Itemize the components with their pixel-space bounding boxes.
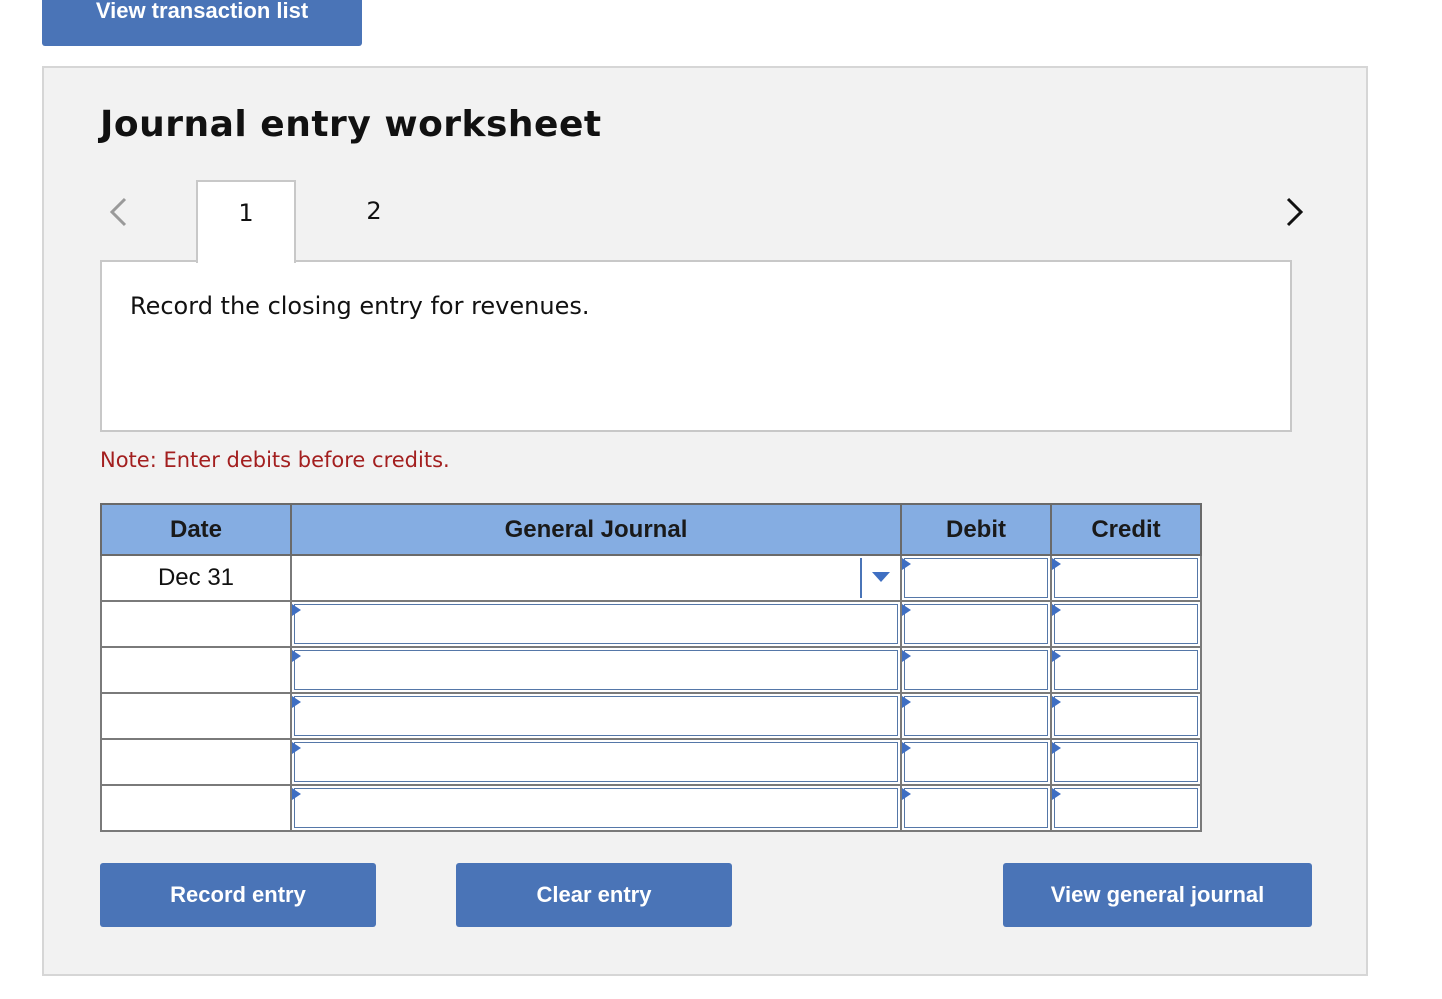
input-marker-icon <box>902 742 911 754</box>
debit-input-box[interactable] <box>904 788 1048 828</box>
header-general-journal: General Journal <box>290 503 902 556</box>
table-row <box>100 692 1202 740</box>
date-cell <box>100 646 292 694</box>
clear-entry-button[interactable]: Clear entry <box>456 863 732 927</box>
input-marker-icon <box>902 650 911 662</box>
date-cell <box>100 600 292 648</box>
input-marker-icon <box>292 742 301 754</box>
input-marker-icon <box>1052 604 1061 616</box>
account-input[interactable] <box>290 692 902 740</box>
account-select[interactable] <box>290 554 902 602</box>
input-marker-icon <box>292 604 301 616</box>
table-row <box>100 600 1202 648</box>
debit-input[interactable] <box>900 738 1052 786</box>
credit-input-box[interactable] <box>1054 558 1198 598</box>
credit-input[interactable] <box>1050 738 1202 786</box>
credit-input-box[interactable] <box>1054 696 1198 736</box>
debit-input[interactable] <box>900 784 1052 832</box>
debit-input[interactable] <box>900 554 1052 602</box>
input-marker-icon <box>1052 788 1061 800</box>
account-input-box[interactable] <box>294 650 898 690</box>
credit-input[interactable] <box>1050 554 1202 602</box>
date-cell: Dec 31 <box>100 554 292 602</box>
record-entry-button[interactable]: Record entry <box>100 863 376 927</box>
debit-input[interactable] <box>900 600 1052 648</box>
prev-entry-button[interactable] <box>98 190 138 234</box>
debit-input-box[interactable] <box>904 742 1048 782</box>
prompt-box: Record the closing entry for revenues. <box>100 260 1292 432</box>
journal-table: Date General Journal Debit Credit Dec 31 <box>100 503 1202 832</box>
debit-input-box[interactable] <box>904 604 1048 644</box>
credit-input[interactable] <box>1050 784 1202 832</box>
account-input-box[interactable] <box>294 788 898 828</box>
credit-input-box[interactable] <box>1054 742 1198 782</box>
credit-input[interactable] <box>1050 646 1202 694</box>
chevron-right-icon <box>1286 197 1304 227</box>
date-cell <box>100 692 292 740</box>
input-marker-icon <box>292 696 301 708</box>
tab-1[interactable]: 1 <box>196 180 296 263</box>
debit-input-box[interactable] <box>904 558 1048 598</box>
input-marker-icon <box>902 604 911 616</box>
account-input[interactable] <box>290 784 902 832</box>
input-marker-icon <box>292 650 301 662</box>
account-input[interactable] <box>290 646 902 694</box>
input-marker-icon <box>1052 742 1061 754</box>
account-input[interactable] <box>290 738 902 786</box>
worksheet-title: Journal entry worksheet <box>100 104 602 145</box>
account-input[interactable] <box>290 600 902 648</box>
table-row <box>100 738 1202 786</box>
table-row <box>100 646 1202 694</box>
input-marker-icon <box>1052 650 1061 662</box>
credit-input[interactable] <box>1050 600 1202 648</box>
header-date: Date <box>100 503 292 556</box>
credit-input-box[interactable] <box>1054 604 1198 644</box>
account-input-box[interactable] <box>294 604 898 644</box>
dropdown-arrow-icon[interactable] <box>872 572 890 582</box>
chevron-left-icon <box>109 197 127 227</box>
debit-input-box[interactable] <box>904 696 1048 736</box>
input-marker-icon <box>1052 696 1061 708</box>
table-row: Dec 31 <box>100 554 1202 602</box>
debit-input-box[interactable] <box>904 650 1048 690</box>
debit-input[interactable] <box>900 646 1052 694</box>
credit-input-box[interactable] <box>1054 788 1198 828</box>
credit-input[interactable] <box>1050 692 1202 740</box>
input-marker-icon <box>1052 558 1061 570</box>
account-input-box[interactable] <box>294 696 898 736</box>
date-cell <box>100 784 292 832</box>
input-marker-icon <box>902 788 911 800</box>
view-transaction-list-button[interactable]: View transaction list <box>42 0 362 46</box>
dropdown-separator <box>860 558 862 598</box>
header-debit: Debit <box>900 503 1052 556</box>
input-marker-icon <box>292 788 301 800</box>
table-row <box>100 784 1202 832</box>
debit-input[interactable] <box>900 692 1052 740</box>
table-header-row: Date General Journal Debit Credit <box>100 503 1202 556</box>
tab-2[interactable]: 2 <box>324 180 424 262</box>
next-entry-button[interactable] <box>1275 190 1315 234</box>
view-general-journal-button[interactable]: View general journal <box>1003 863 1312 927</box>
input-marker-icon <box>902 558 911 570</box>
note-text: Note: Enter debits before credits. <box>100 448 450 472</box>
account-input-box[interactable] <box>294 742 898 782</box>
input-marker-icon <box>902 696 911 708</box>
credit-input-box[interactable] <box>1054 650 1198 690</box>
prompt-text: Record the closing entry for revenues. <box>130 292 590 320</box>
header-credit: Credit <box>1050 503 1202 556</box>
date-cell <box>100 738 292 786</box>
